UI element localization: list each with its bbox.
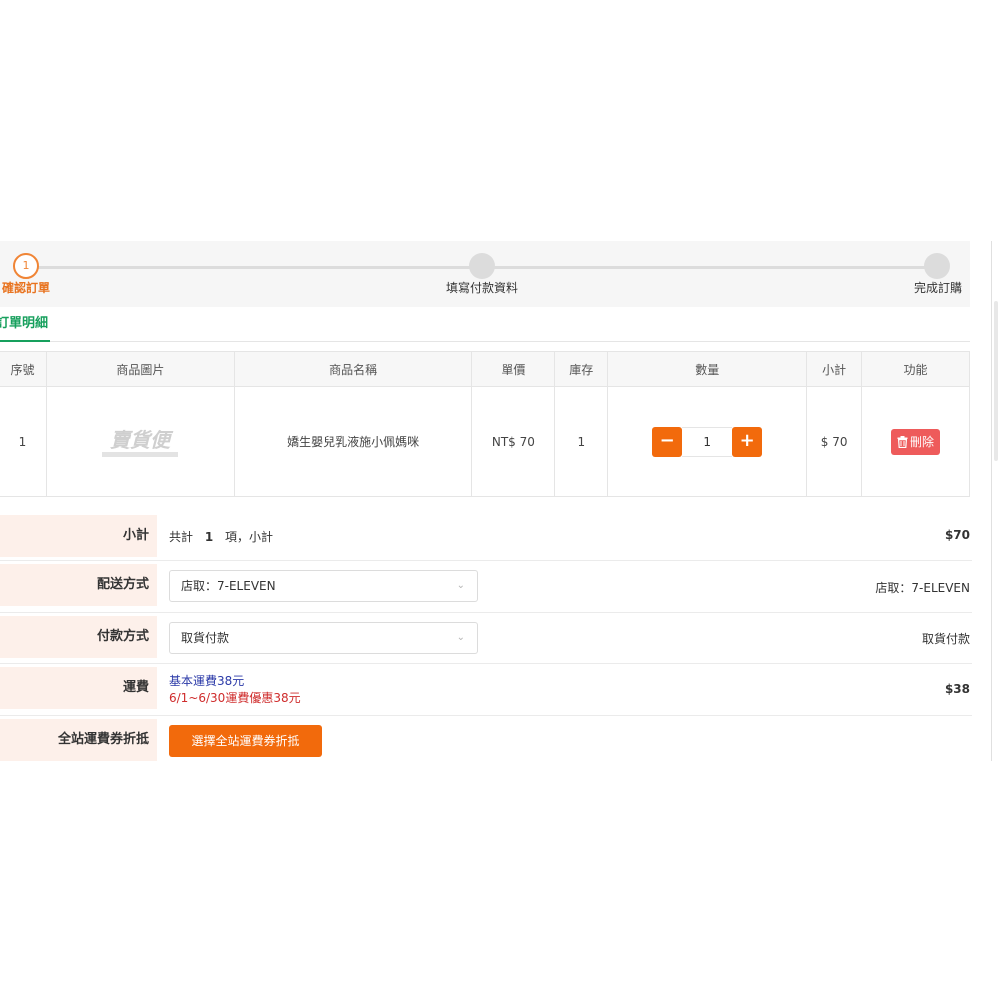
scrollbar-thumb[interactable] bbox=[994, 301, 998, 461]
select-coupon-button[interactable]: 選擇全站運費券折抵 bbox=[169, 725, 322, 757]
shipping-fee-promo: 6/1~6/30運費優惠38元 bbox=[169, 691, 301, 705]
trash-icon bbox=[897, 435, 908, 448]
tab-order-details[interactable]: 訂單明細 bbox=[0, 308, 50, 342]
subtotal-label: 小計 bbox=[0, 515, 157, 557]
subtotal-prefix: 共計 bbox=[169, 530, 194, 544]
product-logo-text: 賣貨便 bbox=[110, 429, 174, 452]
qty-decrease-button[interactable]: − bbox=[652, 426, 683, 457]
step-3-indicator bbox=[924, 253, 950, 279]
step-2-indicator bbox=[469, 253, 495, 279]
col-header-actions: 功能 bbox=[861, 351, 970, 387]
payment-method-label: 付款方式 bbox=[0, 616, 157, 658]
row-product-name[interactable]: 嬌生嬰兒乳液施小佩媽咪 bbox=[233, 386, 473, 497]
shipping-method-select[interactable]: 店取：7-ELEVEN ⌄ bbox=[169, 570, 478, 602]
payment-method-row: 付款方式 取貨付款 ⌄ 取貨付款 bbox=[0, 613, 972, 664]
coupon-label: 全站運費券折抵 bbox=[0, 719, 157, 761]
row-actions-cell: 刪除 bbox=[861, 386, 970, 497]
product-logo-image: 賣貨便 bbox=[90, 394, 191, 489]
payment-method-selected: 取貨付款 bbox=[181, 631, 230, 645]
shipping-method-label: 配送方式 bbox=[0, 564, 157, 606]
shipping-method-selected: 店取：7-ELEVEN bbox=[181, 579, 276, 593]
shipping-fee-row: 運費 基本運費38元 6/1~6/30運費優惠38元 $38 bbox=[0, 664, 972, 716]
step-1-indicator: 1 bbox=[13, 253, 39, 279]
shipping-fee-amount: $38 bbox=[944, 682, 970, 696]
product-image[interactable]: 賣貨便 bbox=[90, 394, 191, 489]
row-index: 1 bbox=[0, 386, 47, 497]
chevron-down-icon: ⌄ bbox=[456, 632, 465, 643]
col-header-stock: 庫存 bbox=[554, 351, 609, 387]
tab-bar: 訂單明細 bbox=[0, 308, 970, 342]
delete-item-button[interactable]: 刪除 bbox=[891, 428, 941, 455]
subtotal-row: 小計 共計 1 項，小計 $70 bbox=[0, 512, 972, 561]
minus-icon: − bbox=[659, 429, 675, 451]
subtotal-summary-text: 共計 1 項，小計 bbox=[169, 528, 273, 545]
shipping-fee-base: 基本運費38元 bbox=[169, 674, 245, 688]
row-unit-price: NT$ 70 bbox=[471, 386, 556, 497]
shipping-fee-details: 基本運費38元 6/1~6/30運費優惠38元 bbox=[169, 673, 301, 707]
subtotal-amount: $70 bbox=[944, 528, 970, 542]
row-subtotal: $ 70 bbox=[806, 386, 863, 497]
shipping-method-display: 店取：7-ELEVEN bbox=[875, 581, 970, 595]
col-header-image: 商品圖片 bbox=[45, 351, 235, 387]
row-image-cell: 賣貨便 bbox=[45, 386, 235, 497]
step-2-label: 填寫付款資料 bbox=[446, 281, 519, 295]
chevron-down-icon: ⌄ bbox=[456, 580, 465, 591]
col-header-index: 序號 bbox=[0, 351, 47, 387]
table-header-row: 序號 商品圖片 商品名稱 單價 庫存 數量 小計 功能 bbox=[0, 351, 970, 387]
qty-input[interactable]: 1 bbox=[682, 426, 733, 457]
step-3-label: 完成訂購 bbox=[914, 281, 963, 295]
shipping-fee-label: 運費 bbox=[0, 667, 157, 709]
col-header-name: 商品名稱 bbox=[233, 351, 473, 387]
table-row: 1 賣貨便 嬌生嬰兒乳液施小佩媽咪 NT$ 70 1 − 1 + $ 70 刪除 bbox=[0, 386, 970, 497]
quantity-stepper: − 1 + bbox=[608, 426, 806, 457]
checkout-stepper: 1 確認訂單 填寫付款資料 完成訂購 bbox=[0, 241, 970, 307]
tab-order-details-label: 訂單明細 bbox=[0, 316, 49, 331]
payment-method-display: 取貨付款 bbox=[921, 632, 970, 646]
col-header-qty: 數量 bbox=[607, 351, 808, 387]
row-stock: 1 bbox=[554, 386, 609, 497]
delete-item-label: 刪除 bbox=[910, 434, 935, 449]
plus-icon: + bbox=[739, 429, 755, 451]
subtotal-item-count: 1 bbox=[204, 530, 214, 544]
order-items-table: 序號 商品圖片 商品名稱 單價 庫存 數量 小計 功能 1 賣貨便 嬌生嬰兒乳液… bbox=[0, 351, 970, 497]
subtotal-suffix: 項，小計 bbox=[225, 530, 274, 544]
col-header-subtotal: 小計 bbox=[806, 351, 863, 387]
shipping-method-row: 配送方式 店取：7-ELEVEN ⌄ 店取：7-ELEVEN bbox=[0, 561, 972, 613]
scrollbar[interactable] bbox=[991, 241, 1000, 761]
col-header-price: 單價 bbox=[471, 351, 556, 387]
qty-increase-button[interactable]: + bbox=[732, 426, 763, 457]
step-1-label: 確認訂單 bbox=[2, 281, 51, 295]
coupon-row: 全站運費券折抵 選擇全站運費券折抵 bbox=[0, 716, 972, 762]
row-qty-cell: − 1 + bbox=[607, 386, 808, 497]
payment-method-select[interactable]: 取貨付款 ⌄ bbox=[169, 622, 478, 654]
